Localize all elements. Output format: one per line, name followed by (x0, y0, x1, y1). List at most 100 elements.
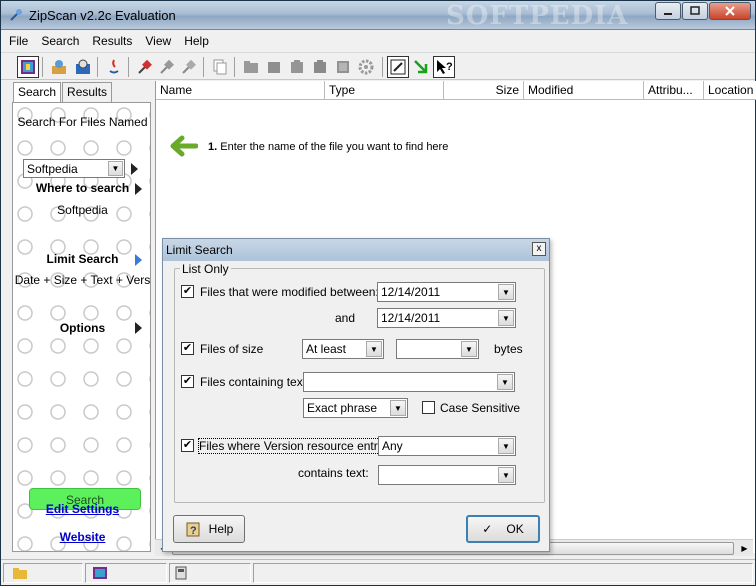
tab-search[interactable]: Search (13, 82, 62, 103)
toolbar-separator (203, 57, 204, 77)
copy-button[interactable] (209, 56, 231, 78)
box4-gray-icon (337, 61, 349, 73)
edit-settings-link[interactable]: Edit Settings (13, 502, 152, 516)
version-select[interactable]: Any ▼ (378, 436, 516, 456)
close-icon (725, 6, 735, 16)
size-mode-select[interactable]: At least ▼ (302, 339, 384, 359)
window-title: ZipScan v2.2c Evaluation (29, 8, 176, 23)
toolbar-separator (97, 57, 98, 77)
hint-text: 1. Enter the name of the file you want t… (208, 141, 448, 153)
column-attributes[interactable]: Attribu... (644, 81, 704, 100)
arrow-down-button[interactable] (410, 56, 432, 78)
help-button[interactable]: ? Help (173, 515, 245, 543)
java-icon (109, 59, 119, 74)
size-value-select[interactable]: ▼ (396, 339, 479, 359)
folder-gray-icon (244, 61, 258, 73)
modified-checkbox[interactable]: ✔ (181, 285, 194, 298)
dialog-close-button[interactable]: x (532, 242, 546, 256)
options-label[interactable]: Options (13, 321, 152, 335)
size-checkbox[interactable]: ✔ (181, 342, 194, 355)
chevron-down-icon[interactable]: ▼ (461, 341, 477, 357)
chevron-down-icon[interactable]: ▼ (498, 310, 514, 326)
search-for-label: Search For Files Named (17, 115, 148, 129)
date-from-picker[interactable]: 12/14/2011 ▼ (377, 282, 516, 302)
date-to-picker[interactable]: 12/14/2011 ▼ (377, 308, 516, 328)
chevron-down-icon[interactable]: ▼ (497, 374, 513, 390)
toolbar-separator (382, 57, 383, 77)
text-checkbox[interactable]: ✔ (181, 375, 194, 388)
help-book-icon: ? (186, 522, 200, 537)
options-arrow-icon[interactable] (135, 322, 142, 334)
maximize-button[interactable] (682, 2, 708, 20)
minimize-button[interactable] (655, 2, 681, 20)
menu-search[interactable]: Search (41, 34, 79, 48)
limit-label[interactable]: Limit Search (13, 252, 152, 266)
column-size[interactable]: Size (444, 81, 524, 100)
pin-button[interactable] (134, 56, 156, 78)
limit-arrow-icon[interactable] (135, 254, 142, 266)
toolbar-separator (42, 57, 43, 77)
column-type[interactable]: Type (325, 81, 444, 100)
watermark: SOFTPEDIA (446, 1, 629, 31)
dialog-title-bar[interactable]: Limit Search (163, 239, 549, 261)
column-modified[interactable]: Modified (524, 81, 644, 100)
case-sensitive-label: Case Sensitive (440, 401, 521, 415)
match-mode-select[interactable]: Exact phrase ▼ (303, 398, 408, 418)
gear-gray-icon (358, 59, 374, 75)
menu-file[interactable]: File (9, 34, 28, 48)
size-label: Files of size (200, 342, 264, 356)
scroll-right-icon[interactable]: ▶ (737, 542, 752, 555)
contains-text-select[interactable]: ▼ (378, 465, 516, 485)
folder-gray-button[interactable] (240, 56, 262, 78)
box-gray-button[interactable] (263, 56, 285, 78)
menu-view[interactable]: View (145, 34, 171, 48)
version-checkbox[interactable]: ✔ (181, 439, 194, 452)
menu-results[interactable]: Results (92, 34, 132, 48)
gear-gray-button[interactable] (355, 56, 377, 78)
menu-help[interactable]: Help (184, 34, 209, 48)
search-for-select[interactable]: Softpedia ▼ (23, 159, 125, 178)
toolbar-separator (128, 57, 129, 77)
chevron-down-icon[interactable]: ▼ (498, 467, 514, 483)
box-gray-icon (268, 62, 280, 73)
status-bar (1, 559, 755, 585)
chevron-down-icon[interactable]: ▼ (498, 284, 514, 300)
find-button[interactable] (48, 56, 70, 78)
case-sensitive-checkbox[interactable] (422, 401, 435, 414)
and-label: and (335, 311, 356, 325)
column-location[interactable]: Location (704, 81, 756, 100)
java-button[interactable] (103, 56, 125, 78)
ok-button[interactable]: ✓ OK (466, 515, 540, 543)
match-mode-value: Exact phrase (307, 401, 378, 415)
box3-gray-icon (314, 60, 326, 73)
zip-archive-button[interactable] (17, 56, 39, 78)
properties-button[interactable] (387, 56, 409, 78)
pin-gray2-button[interactable] (178, 56, 200, 78)
text-input[interactable]: ▼ (303, 372, 515, 392)
pin-gray-icon (160, 59, 174, 74)
tab-results[interactable]: Results (62, 82, 113, 102)
pin-gray-button[interactable] (156, 56, 178, 78)
close-button[interactable] (709, 2, 751, 20)
column-name[interactable]: Name (156, 81, 325, 100)
chevron-down-icon[interactable]: ▼ (108, 161, 123, 176)
bytes-label: bytes (494, 342, 523, 356)
box4-gray-button[interactable] (332, 56, 354, 78)
pin-gray2-icon (182, 59, 196, 74)
find-in-archive-button[interactable] (72, 56, 94, 78)
box3-gray-button[interactable] (309, 56, 331, 78)
chevron-down-icon[interactable]: ▼ (498, 438, 514, 454)
help-cursor-button[interactable]: ? (433, 56, 455, 78)
check-icon: ✔ (182, 285, 193, 297)
title-bar[interactable]: ZipScan v2.2c Evaluation SOFTPEDIA (1, 1, 755, 31)
chevron-down-icon[interactable]: ▼ (390, 400, 406, 416)
limit-value: Date + Size + Text + Vers (14, 273, 151, 287)
search-for-arrow-icon[interactable] (131, 163, 138, 175)
chevron-down-icon[interactable]: ▼ (366, 341, 382, 357)
where-arrow-icon[interactable] (135, 183, 142, 195)
website-link[interactable]: Website (13, 530, 152, 544)
box2-gray-button[interactable] (286, 56, 308, 78)
where-label[interactable]: Where to search (13, 181, 152, 195)
check-icon: ✔ (182, 342, 193, 354)
find-in-archive-icon (76, 59, 90, 74)
